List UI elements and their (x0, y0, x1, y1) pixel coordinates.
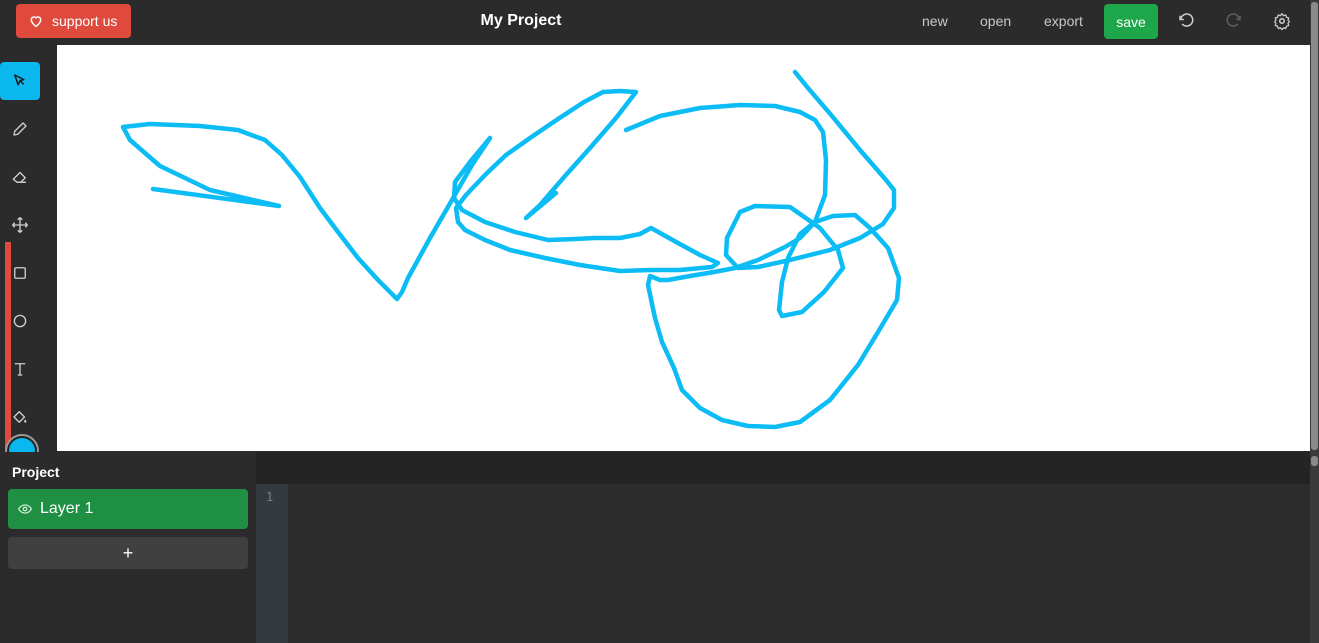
drawn-stroke (120, 88, 721, 302)
eraser-tool[interactable] (0, 158, 40, 196)
open-button[interactable]: open (980, 13, 1011, 29)
layers-panel-title: Project (12, 464, 60, 480)
undo-icon[interactable] (1177, 12, 1195, 30)
text-icon (14, 363, 26, 376)
move-icon (12, 217, 28, 233)
editor-tab-bar (256, 452, 1310, 484)
fill-icon (13, 411, 27, 423)
rectangle-icon (14, 267, 26, 279)
top-bar: support us My Project new open export sa… (0, 0, 1319, 44)
canvas-drawing (120, 69, 902, 430)
select-icon (14, 74, 25, 86)
editor-gutter (256, 484, 288, 643)
drawing-canvas[interactable] (57, 45, 1310, 451)
eraser-icon (12, 171, 26, 183)
pencil-tool[interactable] (0, 110, 40, 148)
ellipse-icon (13, 314, 27, 328)
export-button[interactable]: export (1044, 13, 1083, 29)
pencil-icon (13, 122, 27, 136)
line-number: 1 (266, 490, 274, 504)
editor-scroll-thumb[interactable] (1311, 456, 1318, 466)
canvas-scroll-thumb[interactable] (1311, 2, 1318, 450)
code-editor: 1 (256, 452, 1310, 643)
layer-item[interactable]: Layer 1 (8, 489, 248, 529)
new-button[interactable]: new (922, 13, 948, 29)
gear-icon[interactable] (1273, 12, 1291, 30)
add-layer-button[interactable]: + (8, 537, 248, 569)
select-tool[interactable] (0, 62, 40, 100)
layers-panel: Project Layer 1 + (0, 452, 256, 643)
eye-icon[interactable] (18, 502, 32, 516)
save-button[interactable]: save (1104, 4, 1158, 39)
redo-icon[interactable] (1225, 12, 1243, 30)
layer-name: Layer 1 (40, 500, 94, 517)
editor-text-area[interactable] (288, 484, 1310, 643)
project-title: My Project (480, 12, 562, 29)
drawn-stroke (623, 69, 902, 430)
move-tool[interactable] (0, 206, 40, 244)
